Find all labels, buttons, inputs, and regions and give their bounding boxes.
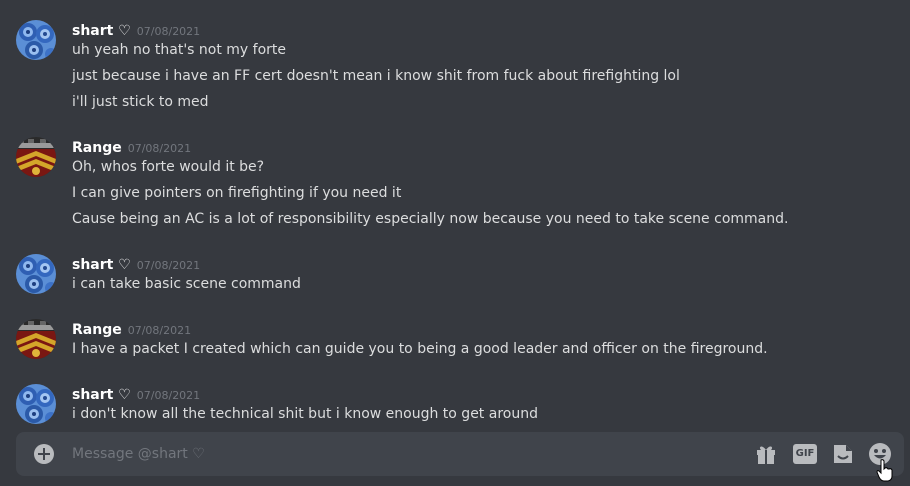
timestamp: 07/08/2021 [136, 259, 201, 272]
timestamp: 07/08/2021 [136, 25, 201, 38]
username[interactable]: shart ♡ [72, 257, 131, 273]
message-composer[interactable]: Message @shart ♡ GIF [16, 432, 904, 476]
gif-icon[interactable]: GIF [793, 444, 817, 464]
username[interactable]: Range [72, 322, 122, 338]
message-header: Range 07/08/2021 [72, 137, 191, 157]
avatar[interactable] [16, 137, 56, 177]
message-text: i don't know all the technical shit but … [72, 406, 538, 422]
username[interactable]: shart ♡ [72, 23, 131, 39]
timestamp: 07/08/2021 [127, 142, 192, 155]
timestamp: 07/08/2021 [136, 389, 201, 402]
message-text: I can give pointers on firefighting if y… [72, 185, 402, 201]
blue-roses-icon [16, 254, 56, 294]
message-text: Oh, whos forte would it be? [72, 159, 265, 175]
fire-truck-icon [16, 319, 56, 359]
message-input[interactable]: Message @shart ♡ [72, 444, 205, 464]
message-text: Cause being an AC is a lot of responsibi… [72, 211, 789, 227]
fire-truck-icon [16, 137, 56, 177]
message-text: I have a packet I created which can guid… [72, 341, 768, 357]
message-text: uh yeah no that's not my forte [72, 42, 287, 58]
message-header: shart ♡ 07/08/2021 [72, 384, 200, 404]
username[interactable]: Range [72, 140, 122, 156]
sticker-icon[interactable] [832, 443, 854, 467]
hand-cursor-icon [876, 459, 894, 482]
avatar[interactable] [16, 20, 56, 60]
username[interactable]: shart ♡ [72, 387, 131, 403]
blue-roses-icon [16, 384, 56, 424]
avatar[interactable] [16, 384, 56, 424]
avatar[interactable] [16, 319, 56, 359]
gift-icon[interactable] [755, 443, 777, 467]
message-text: just because i have an FF cert doesn't m… [72, 68, 680, 84]
message-text: i can take basic scene command [72, 276, 301, 292]
plus-circle-icon[interactable] [34, 444, 54, 464]
blue-roses-icon [16, 20, 56, 60]
message-text: i'll just stick to med [72, 94, 209, 110]
message-header: shart ♡ 07/08/2021 [72, 20, 200, 40]
message-header: Range 07/08/2021 [72, 319, 191, 339]
avatar[interactable] [16, 254, 56, 294]
timestamp: 07/08/2021 [127, 324, 192, 337]
message-header: shart ♡ 07/08/2021 [72, 254, 200, 274]
message-list: shart ♡ 07/08/2021 uh yeah no that's not … [0, 0, 910, 432]
